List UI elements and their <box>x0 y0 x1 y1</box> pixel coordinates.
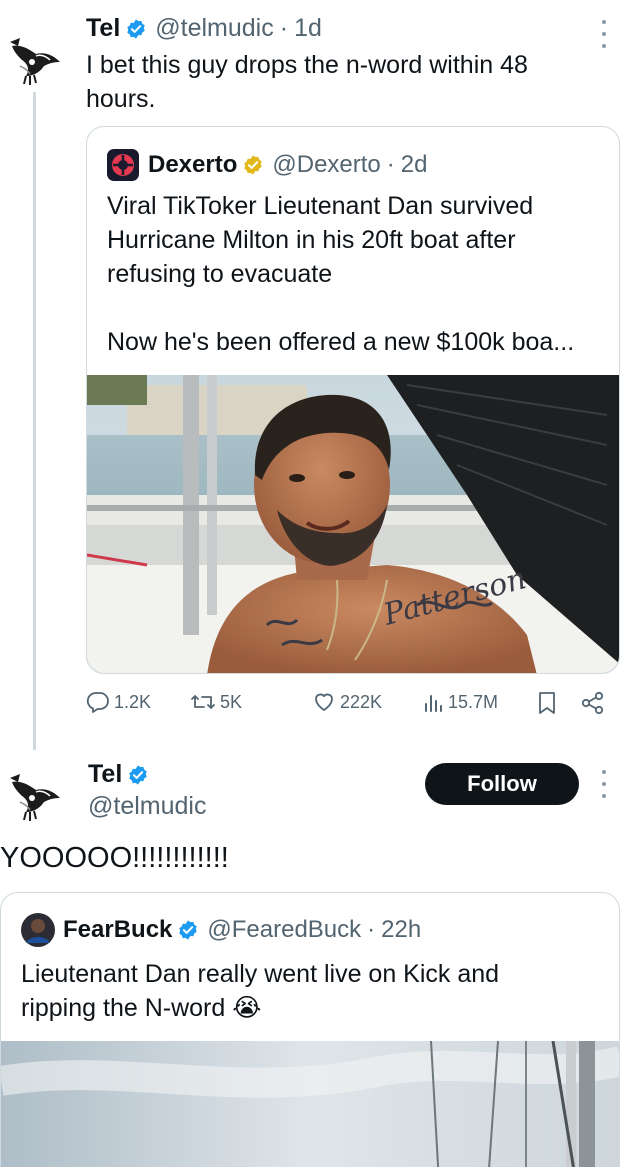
views-count: 15.7M <box>448 691 499 712</box>
more-icon[interactable] <box>600 20 608 48</box>
reply-count: 1.2K <box>114 691 152 712</box>
crow-avatar-icon <box>10 774 60 821</box>
bookmark-button[interactable] <box>536 690 562 716</box>
quoted-tweet-text: Lieutenant Dan really went live on Kick … <box>21 957 561 1025</box>
quoted-author-name: Dexerto <box>148 151 238 178</box>
repost-button[interactable]: 5K <box>190 690 242 714</box>
quoted-author-name: FearBuck <box>63 916 173 943</box>
thread-line <box>33 92 36 750</box>
verified-badge-icon <box>244 155 263 175</box>
tweet-actions: 1.2K 5K 222K 15.7M <box>86 690 616 724</box>
author-name[interactable]: Tel <box>88 760 122 789</box>
quoted-tweet[interactable]: Dexerto @Dexerto · 2d Viral TikToker Lie… <box>86 126 620 674</box>
tweet-text: I bet this guy drops the n-word within 4… <box>86 51 528 113</box>
share-icon <box>581 691 604 715</box>
quoted-author-handle: @Dexerto <box>272 151 381 178</box>
tweet-header: Tel <box>88 760 149 789</box>
quoted-tweet-text: Viral TikToker Lieutenant Dan survived H… <box>107 192 575 356</box>
crow-avatar-icon <box>10 38 60 85</box>
tweet-header: Tel @telmudic · 1d <box>86 14 322 43</box>
avatar[interactable] <box>6 32 64 90</box>
separator: · <box>279 14 289 42</box>
repost-count: 5K <box>220 691 243 712</box>
author-handle[interactable]: @telmudic <box>155 14 273 43</box>
views-icon <box>425 695 442 712</box>
photo-sky-masts <box>1 1041 619 1167</box>
verified-badge-icon <box>129 764 147 785</box>
photo-man-on-boat: Patterson <box>87 375 619 673</box>
views-button[interactable]: 15.7M <box>422 690 498 714</box>
reply-icon <box>86 692 109 713</box>
follow-button[interactable]: Follow <box>425 763 579 805</box>
share-button[interactable] <box>580 690 610 716</box>
timestamp[interactable]: 1d <box>294 14 322 43</box>
quoted-tweet-header: FearBuck @FearedBuck · 22h <box>21 913 421 947</box>
fearbuck-avatar-icon <box>21 913 55 947</box>
quoted-timestamp: 2d <box>400 151 428 178</box>
author-handle[interactable]: @telmudic <box>88 792 206 821</box>
quoted-tweet-photo[interactable] <box>1 1041 619 1167</box>
reply-button[interactable]: 1.2K <box>86 690 151 714</box>
like-icon <box>315 693 333 711</box>
quoted-author-handle: @FearedBuck <box>207 916 362 943</box>
quoted-tweet-photo[interactable]: Patterson <box>87 375 619 673</box>
author-name[interactable]: Tel <box>86 14 120 43</box>
loudly-crying-emoji: 😭 <box>232 994 262 1022</box>
like-count: 222K <box>340 691 383 712</box>
verified-badge-icon <box>127 18 145 39</box>
quoted-tweet-header: Dexerto @Dexerto · 2d <box>107 149 427 181</box>
verified-badge-icon <box>179 920 198 940</box>
like-button[interactable]: 222K <box>312 690 382 714</box>
separator: · <box>386 151 395 178</box>
repost-icon <box>191 695 215 709</box>
quoted-timestamp: 22h <box>381 916 422 943</box>
tweet-text: YOOOOO!!!!!!!!!!!! <box>0 842 229 874</box>
quoted-tweet[interactable]: FearBuck @FearedBuck · 22h Lieutenant Da… <box>0 892 620 1167</box>
bookmark-icon <box>539 692 555 714</box>
dexerto-logo-icon <box>107 149 139 181</box>
avatar[interactable] <box>6 768 64 826</box>
more-icon[interactable] <box>600 770 608 798</box>
separator: · <box>367 916 376 943</box>
